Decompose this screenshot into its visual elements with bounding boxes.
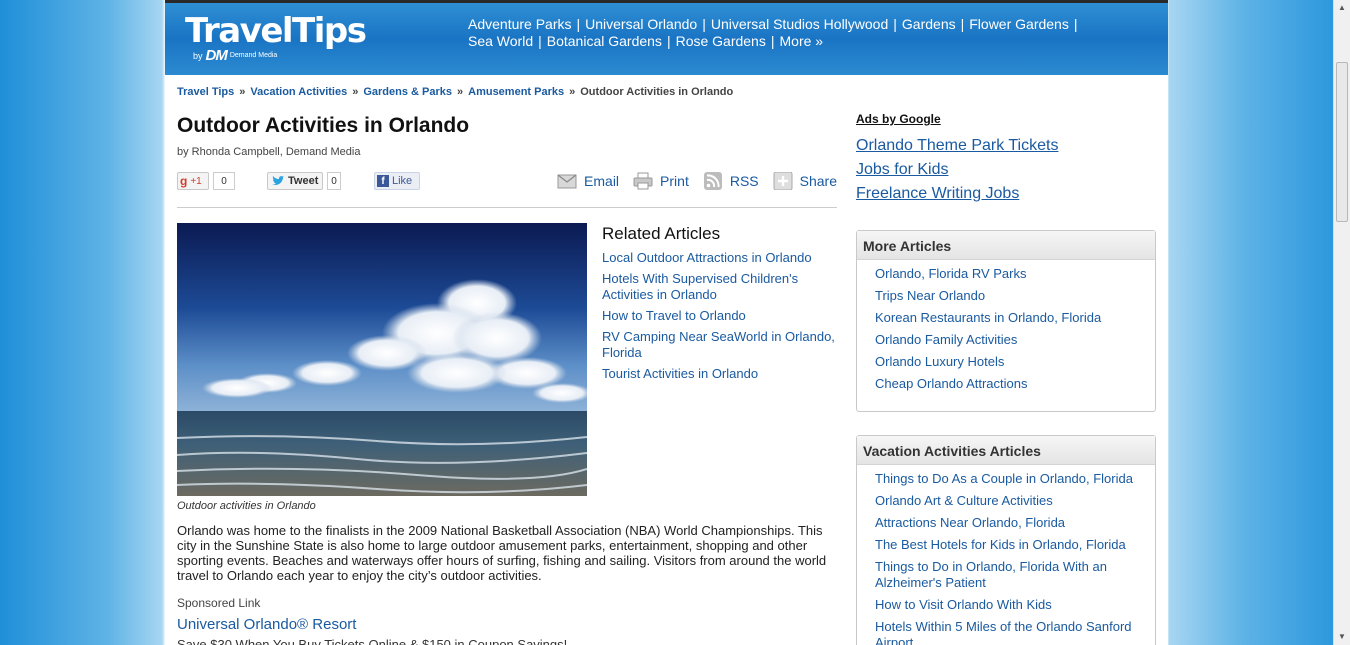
site-header: TravelTips by DM Demand Media Adventure … <box>165 0 1168 75</box>
more-article-link[interactable]: Orlando, Florida RV Parks <box>875 266 1155 282</box>
email-icon <box>557 174 577 189</box>
scroll-down-arrow-icon[interactable]: ▼ <box>1334 629 1350 645</box>
article-photo <box>177 223 587 496</box>
breadcrumb-amusement-parks[interactable]: Amusement Parks <box>468 86 564 98</box>
google-plus-icon: g <box>180 174 188 188</box>
scroll-thumb[interactable] <box>1336 62 1348 222</box>
nav-link-universal-orlando[interactable]: Universal Orlando <box>585 16 697 32</box>
article-body: Orlando was home to the finalists in the… <box>177 523 827 583</box>
vacation-article-link[interactable]: Things to Do As a Couple in Orlando, Flo… <box>875 471 1155 487</box>
ads-by-google: Ads by Google Orlando Theme Park Tickets… <box>856 112 1156 206</box>
email-link[interactable]: Email <box>557 172 619 190</box>
sponsored-label: Sponsored Link <box>177 596 261 610</box>
twitter-bird-icon <box>272 176 284 185</box>
tweet-button[interactable]: Tweet <box>267 172 323 190</box>
nav-link-flower-gardens[interactable]: Flower Gardens <box>969 16 1069 32</box>
nav-link-botanical-gardens[interactable]: Botanical Gardens <box>547 33 662 49</box>
ad-link[interactable]: Jobs for Kids <box>856 158 1156 182</box>
breadcrumb: Travel Tips» Vacation Activities» Gardens … <box>177 86 734 98</box>
nav-link-sea-world[interactable]: Sea World <box>468 33 533 49</box>
ad-link[interactable]: Freelance Writing Jobs <box>856 182 1156 206</box>
ad-link[interactable]: Orlando Theme Park Tickets <box>856 134 1156 158</box>
google-plus-count: 0 <box>213 172 235 190</box>
vertical-scrollbar[interactable]: ▲ ▼ <box>1333 0 1350 645</box>
vacation-article-link[interactable]: Hotels Within 5 Miles of the Orlando San… <box>875 619 1155 645</box>
google-plus-button[interactable]: g +1 <box>177 172 209 190</box>
demand-media-logo: DM <box>205 47 228 64</box>
nav-link-more[interactable]: More » <box>780 33 824 49</box>
vacation-article-link[interactable]: The Best Hotels for Kids in Orlando, Flo… <box>875 537 1155 553</box>
photo-caption: Outdoor activities in Orlando <box>177 500 316 512</box>
vacation-activities-box: Vacation Activities Articles Things to D… <box>856 435 1156 645</box>
top-nav: Adventure Parks | Universal Orlando | Univer… <box>468 16 1078 49</box>
breadcrumb-travel-tips[interactable]: Travel Tips <box>177 86 234 98</box>
more-article-link[interactable]: Trips Near Orlando <box>875 288 1155 304</box>
ads-header[interactable]: Ads by Google <box>856 112 1156 126</box>
share-link[interactable]: Share <box>773 172 837 190</box>
scroll-up-arrow-icon[interactable]: ▲ <box>1334 0 1350 16</box>
related-article-link[interactable]: Local Outdoor Attractions in Orlando <box>602 250 837 266</box>
divider <box>177 207 837 208</box>
tweet-count: 0 <box>327 172 341 190</box>
sponsored-link[interactable]: Universal Orlando® Resort <box>177 616 356 633</box>
more-articles-box: More Articles Orlando, Florida RV Parks … <box>856 230 1156 412</box>
nav-link-gardens[interactable]: Gardens <box>902 16 956 32</box>
breadcrumb-vacation-activities[interactable]: Vacation Activities <box>250 86 347 98</box>
nav-link-universal-studios-hollywood[interactable]: Universal Studios Hollywood <box>711 16 888 32</box>
more-article-link[interactable]: Orlando Family Activities <box>875 332 1155 348</box>
facebook-like-button[interactable]: f Like <box>374 172 420 190</box>
print-link[interactable]: Print <box>633 172 689 190</box>
more-article-link[interactable]: Cheap Orlando Attractions <box>875 376 1155 392</box>
page-title: Outdoor Activities in Orlando <box>177 114 470 137</box>
breadcrumb-gardens-parks[interactable]: Gardens & Parks <box>363 86 452 98</box>
related-articles: Related Articles Local Outdoor Attractio… <box>602 224 837 387</box>
related-article-link[interactable]: Hotels With Supervised Children's Activi… <box>602 271 837 303</box>
related-article-link[interactable]: How to Travel to Orlando <box>602 308 837 324</box>
nav-link-rose-gardens[interactable]: Rose Gardens <box>676 33 766 49</box>
social-bar: g +1 0 Tweet 0 f Like Email Print RSS Sh… <box>177 172 837 192</box>
site-logo[interactable]: TravelTips by DM Demand Media <box>185 13 367 64</box>
related-article-link[interactable]: Tourist Activities in Orlando <box>602 366 837 382</box>
more-article-link[interactable]: Korean Restaurants in Orlando, Florida <box>875 310 1155 326</box>
vacation-article-link[interactable]: Orlando Art & Culture Activities <box>875 493 1155 509</box>
nav-link-adventure-parks[interactable]: Adventure Parks <box>468 16 572 32</box>
share-plus-icon <box>773 172 793 190</box>
rss-icon <box>703 172 722 190</box>
more-articles-title: More Articles <box>857 231 1155 260</box>
print-icon <box>633 172 653 190</box>
related-articles-title: Related Articles <box>602 224 721 243</box>
sponsored-description: Save $30 When You Buy Tickets Online & $… <box>177 637 568 645</box>
related-article-link[interactable]: RV Camping Near SeaWorld in Orlando, Flo… <box>602 329 837 361</box>
vacation-article-link[interactable]: Attractions Near Orlando, Florida <box>875 515 1155 531</box>
vacation-activities-title: Vacation Activities Articles <box>857 436 1155 465</box>
byline: by Rhonda Campbell, Demand Media <box>177 146 361 158</box>
beach-sky-image <box>177 223 587 496</box>
facebook-icon: f <box>377 175 389 187</box>
page: TravelTips by DM Demand Media Adventure … <box>165 0 1168 645</box>
vacation-article-link[interactable]: Things to Do in Orlando, Florida With an… <box>875 559 1155 591</box>
vacation-article-link[interactable]: How to Visit Orlando With Kids <box>875 597 1155 613</box>
breadcrumb-current: Outdoor Activities in Orlando <box>580 86 734 98</box>
rss-link[interactable]: RSS <box>703 172 759 190</box>
more-article-link[interactable]: Orlando Luxury Hotels <box>875 354 1155 370</box>
